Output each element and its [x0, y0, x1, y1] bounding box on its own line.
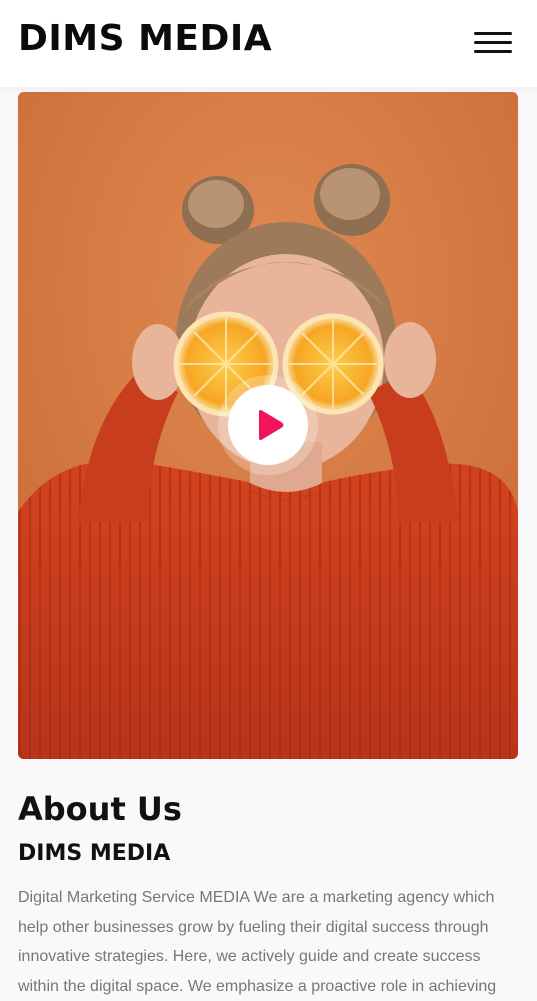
hero-video-thumbnail[interactable]	[18, 92, 518, 759]
about-description: Digital Marketing Service MEDIA We are a…	[18, 889, 497, 995]
menu-line	[474, 32, 512, 35]
site-header: DIMS MEDIA	[0, 0, 537, 87]
hamburger-menu-icon[interactable]	[470, 28, 514, 58]
about-subheading: DIMS MEDIA	[18, 841, 171, 866]
menu-line	[474, 41, 512, 44]
menu-line	[474, 50, 512, 53]
play-icon	[259, 410, 284, 440]
play-button[interactable]	[228, 385, 308, 465]
about-heading: About Us	[18, 790, 182, 828]
site-logo[interactable]: DIMS MEDIA	[18, 16, 272, 62]
